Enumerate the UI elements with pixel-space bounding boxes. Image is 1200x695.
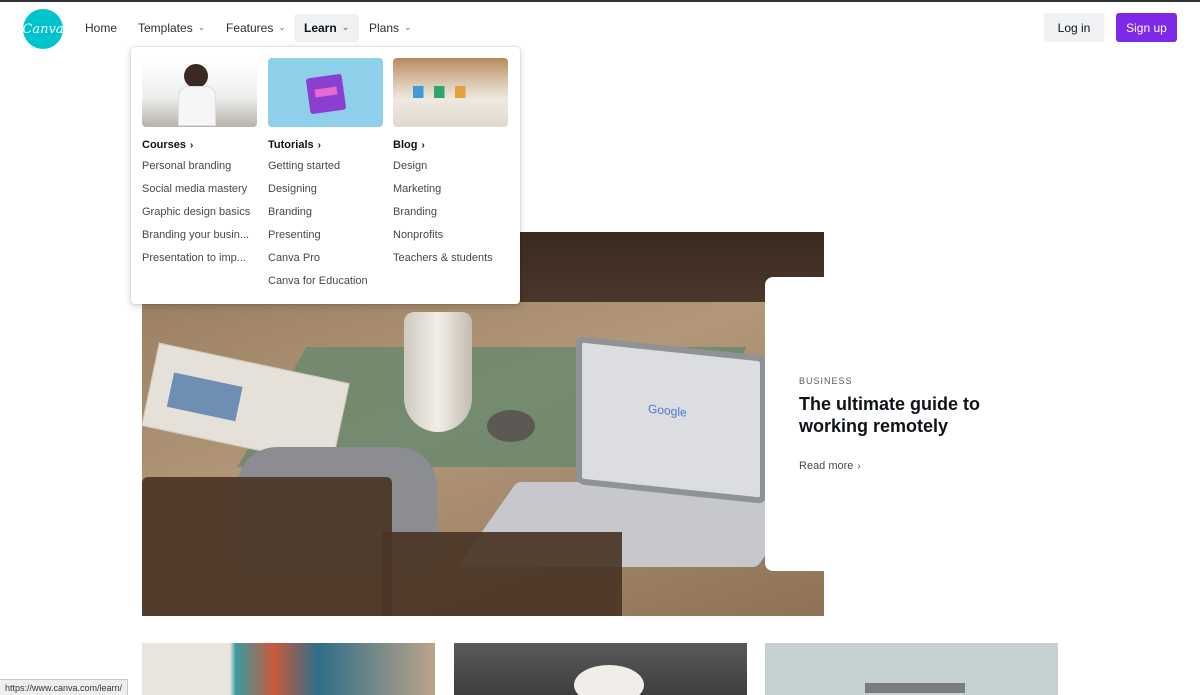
canva-logo[interactable]: Canva: [22, 9, 64, 49]
menu-link[interactable]: Presentation to imp...: [142, 251, 257, 274]
courses-list: Personal branding Social media mastery G…: [142, 159, 257, 274]
nav-learn[interactable]: Learn ⌄: [294, 14, 360, 42]
chevron-down-icon: ⌄: [341, 21, 350, 32]
hero-category: BUSINESS: [799, 376, 853, 386]
tutorials-list: Getting started Designing Branding Prese…: [268, 159, 383, 297]
hero-title[interactable]: The ultimate guide to working remotely: [799, 393, 1019, 437]
courses-heading[interactable]: Courses ›: [142, 137, 257, 153]
courses-column: Courses › Personal branding Social media …: [142, 58, 257, 274]
menu-link[interactable]: Canva for Education: [268, 274, 383, 297]
chevron-down-icon: ⌄: [197, 21, 206, 32]
nav-templates[interactable]: Templates ⌄: [128, 14, 215, 42]
signup-button[interactable]: Sign up: [1116, 13, 1177, 42]
courses-image[interactable]: [142, 58, 257, 127]
nav-learn-label: Learn: [304, 21, 337, 35]
menu-link[interactable]: Presenting: [268, 228, 383, 251]
menu-link[interactable]: Graphic design basics: [142, 205, 257, 228]
chevron-right-icon: ›: [190, 139, 194, 151]
nav-plans[interactable]: Plans ⌄: [359, 14, 422, 42]
tutorials-image[interactable]: [268, 58, 383, 127]
top-navigation: Canva Home Templates ⌄ Features ⌄ Learn ⌄ P…: [0, 2, 1200, 52]
tutorials-heading[interactable]: Tutorials ›: [268, 137, 383, 153]
tutorials-heading-label: Tutorials: [268, 139, 314, 151]
blog-column: Blog › Design Marketing Branding Nonprofi…: [393, 58, 508, 274]
blog-image[interactable]: [393, 58, 508, 127]
nav-home[interactable]: Home: [75, 14, 127, 42]
blog-list: Design Marketing Branding Nonprofits Tea…: [393, 159, 508, 274]
read-more-link[interactable]: Read more ›: [799, 460, 861, 472]
hero-chair: [142, 477, 392, 616]
login-button[interactable]: Log in: [1044, 13, 1104, 42]
nav-plans-label: Plans: [369, 21, 400, 35]
nav-features[interactable]: Features ⌄: [216, 14, 296, 42]
menu-link[interactable]: Personal branding: [142, 159, 257, 182]
hero-vase: [404, 312, 472, 432]
learn-dropdown-menu: Courses › Personal branding Social media …: [131, 47, 520, 304]
menu-link[interactable]: Branding: [393, 205, 508, 228]
tutorials-column: Tutorials › Getting started Designing Bra…: [268, 58, 383, 297]
menu-link[interactable]: Nonprofits: [393, 228, 508, 251]
menu-link[interactable]: Branding: [268, 205, 383, 228]
blog-heading-label: Blog: [393, 139, 418, 151]
menu-link[interactable]: Designing: [268, 182, 383, 205]
courses-heading-label: Courses: [142, 139, 187, 151]
blog-heading[interactable]: Blog ›: [393, 137, 508, 153]
menu-link[interactable]: Teachers & students: [393, 251, 508, 274]
nav-home-label: Home: [85, 21, 118, 35]
menu-link[interactable]: Design: [393, 159, 508, 182]
chevron-right-icon: ›: [317, 139, 321, 151]
chevron-down-icon: ⌄: [278, 21, 286, 32]
hero-stone: [487, 410, 535, 442]
read-more-label: Read more: [799, 460, 854, 472]
menu-link[interactable]: Canva Pro: [268, 251, 383, 274]
hero-chair-back: [382, 532, 622, 616]
menu-link[interactable]: Branding your busin...: [142, 228, 257, 251]
article-thumbnail-2[interactable]: [454, 643, 747, 695]
chevron-right-icon: ›: [421, 139, 425, 151]
menu-link[interactable]: Social media mastery: [142, 182, 257, 205]
nav-templates-label: Templates: [138, 21, 193, 35]
article-thumbnail-1[interactable]: [142, 643, 435, 695]
nav-features-label: Features: [226, 21, 274, 35]
article-thumbnail-3[interactable]: [765, 643, 1058, 695]
logo-text: Canva: [22, 21, 64, 37]
browser-status-url: https://www.canva.com/learn/: [0, 679, 129, 695]
chevron-right-icon: ›: [857, 461, 861, 472]
chevron-down-icon: ⌄: [404, 21, 412, 32]
menu-link[interactable]: Marketing: [393, 182, 508, 205]
menu-link[interactable]: Getting started: [268, 159, 383, 182]
hero-laptop-screen: [576, 336, 766, 504]
